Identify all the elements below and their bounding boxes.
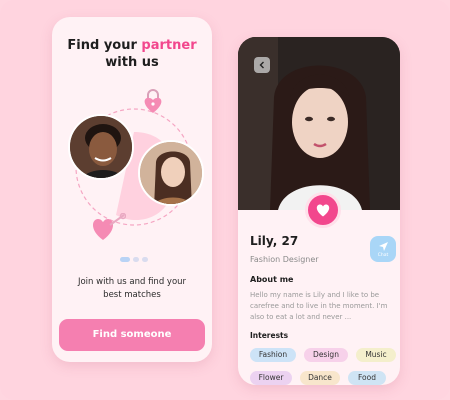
- interest-tag-music[interactable]: Music: [356, 348, 396, 362]
- page-dot[interactable]: [142, 257, 148, 262]
- chat-label: Chat: [377, 252, 389, 258]
- title-prefix: Find your: [67, 38, 142, 53]
- onboarding-screen: Find your partner with us Join with us a…: [52, 17, 212, 362]
- woman-avatar: [138, 140, 204, 206]
- back-button[interactable]: [254, 57, 270, 73]
- profile-screen: Lily, 27 Fashion Designer Chat About me …: [238, 37, 400, 385]
- about-heading: About me: [250, 275, 294, 284]
- about-text: Hello my name is Lily and I like to be c…: [250, 291, 388, 321]
- interest-tag-design[interactable]: Design: [304, 348, 348, 362]
- interest-tag-flower[interactable]: Flower: [250, 371, 292, 385]
- man-avatar: [68, 114, 134, 180]
- heart-lock-icon: [142, 88, 164, 114]
- chat-button[interactable]: Chat: [370, 236, 396, 262]
- send-icon: [378, 241, 388, 251]
- page-dot-active[interactable]: [120, 257, 130, 262]
- heart-key-icon: [90, 213, 126, 241]
- profile-job: Fashion Designer: [250, 255, 319, 264]
- title-line2: with us: [105, 55, 159, 70]
- interest-tag-dance[interactable]: Dance: [300, 371, 340, 385]
- page-indicator: [120, 257, 154, 263]
- match-illustration: [52, 85, 212, 265]
- like-button[interactable]: [305, 192, 341, 228]
- title-accent: partner: [141, 38, 197, 53]
- heart-icon: [316, 204, 330, 216]
- find-someone-button[interactable]: Find someone: [59, 319, 205, 351]
- profile-photo: [238, 37, 400, 210]
- interest-tag-fashion[interactable]: Fashion: [250, 348, 296, 362]
- profile-name: Lily, 27: [250, 234, 299, 248]
- interests-heading: Interests: [250, 331, 289, 340]
- page-dot[interactable]: [133, 257, 139, 262]
- chevron-left-icon: [259, 61, 264, 69]
- interest-tag-food[interactable]: Food: [348, 371, 386, 385]
- onboarding-subtitle: Join with us and find your best matches: [77, 277, 187, 300]
- onboarding-title: Find your partner with us: [52, 37, 212, 71]
